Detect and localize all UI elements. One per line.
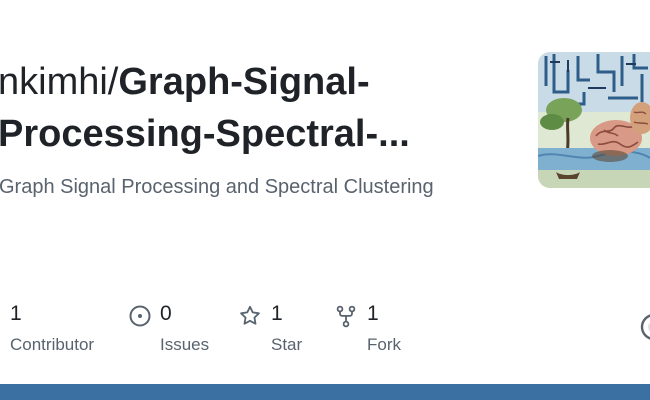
issues-count: 0 xyxy=(160,302,172,325)
owner-avatar[interactable] xyxy=(538,52,650,188)
issue-opened-icon xyxy=(129,305,151,327)
stars-count: 1 xyxy=(271,302,283,325)
avatar-image xyxy=(538,52,650,188)
contributors-label: Contributor xyxy=(10,335,95,354)
repo-forked-icon xyxy=(336,305,356,328)
repo-owner[interactable]: nkimhi/ xyxy=(0,61,118,103)
repo-title-line1: nkimhi/Graph-Signal- xyxy=(0,56,468,108)
repo-title[interactable]: nkimhi/Graph-Signal- Processing-Spectral… xyxy=(0,56,468,160)
stars-label: Star xyxy=(271,335,303,354)
github-logo-icon xyxy=(640,314,650,340)
bottom-accent-bar xyxy=(0,384,650,400)
issues-label: Issues xyxy=(160,335,210,354)
repo-description: Graph Signal Processing and Spectral Clu… xyxy=(0,176,434,198)
forks-label: Fork xyxy=(367,335,401,354)
repo-name[interactable]: Graph-Signal- xyxy=(118,61,369,103)
forks-count: 1 xyxy=(367,302,379,325)
repo-name-continued[interactable]: Processing-Spectral-... xyxy=(0,108,468,160)
contributors-count: 1 xyxy=(10,302,22,325)
star-icon xyxy=(240,305,260,325)
